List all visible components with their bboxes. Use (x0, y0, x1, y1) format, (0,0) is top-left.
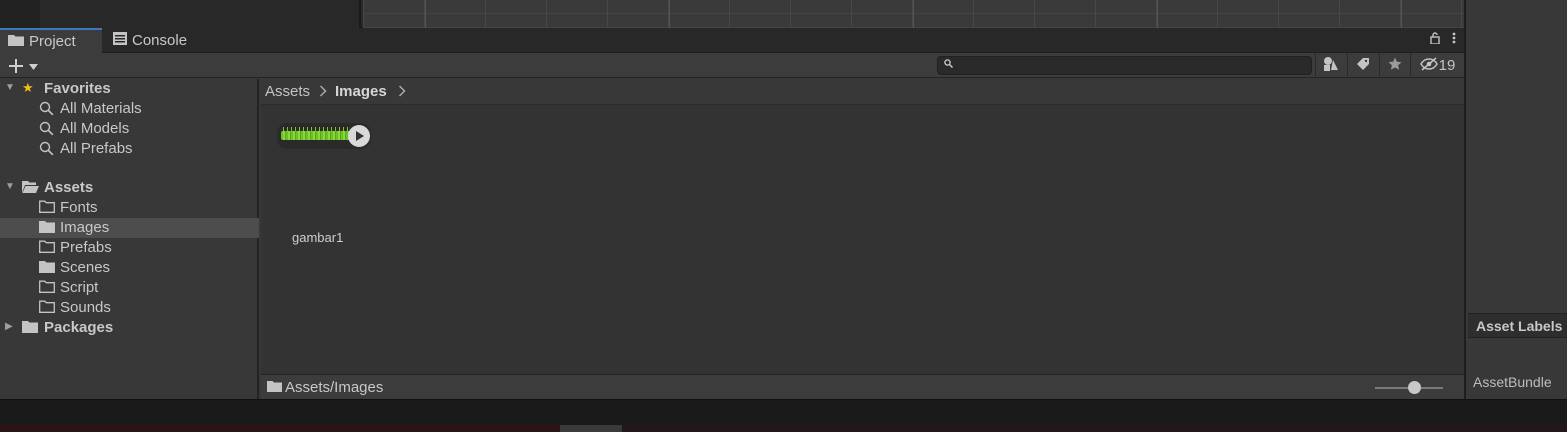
tab-project-label: Project (29, 33, 76, 50)
grass-image (281, 131, 353, 140)
play-icon[interactable] (348, 125, 370, 147)
folder-icon (39, 220, 55, 236)
search-input[interactable] (956, 58, 1306, 73)
breadcrumb-assets[interactable]: Assets (265, 83, 310, 100)
search-icon (944, 59, 953, 71)
expand-right-icon[interactable]: ▶ (5, 321, 13, 332)
grid-line (1401, 0, 1402, 28)
hidden-packages-toggle[interactable]: 19 (1410, 53, 1464, 78)
asset-bundle-label: AssetBundle (1473, 374, 1552, 390)
tree-item-all-models[interactable]: All Models (0, 119, 259, 139)
expand-down-icon[interactable]: ▼ (5, 82, 15, 93)
tree-item-scenes[interactable]: Scenes (0, 258, 259, 278)
tree-label: Sounds (60, 299, 111, 316)
search-icon (39, 121, 54, 139)
tab-tools (1430, 32, 1456, 47)
tag-icon (1356, 57, 1370, 74)
tree-item-favorites[interactable]: ▼ ★ Favorites (0, 79, 259, 99)
search-icon (39, 141, 54, 159)
hierarchy-panel-edge (40, 0, 361, 28)
taskbar-item[interactable] (560, 425, 622, 432)
lock-icon[interactable] (1430, 32, 1440, 47)
favorites-filter-button[interactable] (1379, 53, 1409, 78)
grid-line (1157, 0, 1158, 28)
tree-label: Fonts (60, 199, 98, 216)
create-button[interactable] (6, 55, 40, 76)
asset-browser: Assets Images gambar1 (261, 79, 1464, 374)
tree-label: Script (60, 279, 99, 296)
project-toolbar: 19 (0, 53, 1464, 78)
hidden-count: 19 (1438, 57, 1456, 74)
tree-label: All Materials (60, 100, 142, 117)
tree-label: Packages (44, 319, 114, 336)
folder-icon (22, 320, 38, 336)
search-icon (39, 101, 54, 119)
tree-label: All Prefabs (60, 140, 133, 157)
status-bar: Assets/Images (261, 374, 1464, 399)
folder-icon (39, 260, 55, 276)
empty-folder-icon (39, 200, 55, 216)
asset-labels-title: Asset Labels (1476, 318, 1563, 334)
grid-line (669, 0, 670, 28)
folder-icon (267, 380, 282, 395)
tree-item-script[interactable]: Script (0, 278, 259, 298)
asset-labels-header[interactable]: Asset Labels (1468, 313, 1567, 338)
tree-label: Favorites (44, 80, 111, 97)
eye-slash-icon (1419, 56, 1438, 75)
tree-label: Scenes (60, 259, 111, 276)
project-window: Project Console 19 ▼ ★ Favorites All Mat… (0, 28, 1464, 399)
empty-folder-icon (39, 280, 55, 296)
open-folder-icon (22, 180, 39, 197)
scene-view-strip (0, 0, 1464, 28)
taskbar-strip (0, 424, 560, 432)
grid-line (425, 0, 426, 28)
star-icon: ★ (22, 80, 34, 95)
expand-down-icon[interactable]: ▼ (5, 181, 15, 192)
asset-name[interactable]: gambar1 (292, 230, 343, 245)
tree-item-sounds[interactable]: Sounds (0, 298, 259, 318)
tree-item-all-materials[interactable]: All Materials (0, 99, 259, 119)
folder-tree: ▼ ★ Favorites All Materials All Models A… (0, 79, 259, 399)
zoom-slider-handle[interactable] (1408, 381, 1421, 394)
empty-folder-icon (39, 300, 55, 316)
tree-item-all-prefabs[interactable]: All Prefabs (0, 139, 259, 159)
tree-item-packages[interactable]: ▶ Packages (0, 318, 259, 338)
console-icon (113, 32, 127, 49)
scene-toolbar-edge (0, 0, 40, 28)
tree-item-fonts[interactable]: Fonts (0, 198, 259, 218)
breadcrumb-images[interactable]: Images (335, 83, 387, 100)
chevron-right-icon[interactable] (319, 82, 327, 100)
bottom-bar (0, 399, 1567, 432)
search-by-label-button[interactable] (1347, 53, 1377, 78)
tab-console[interactable]: Console (105, 28, 205, 53)
star-icon (1388, 57, 1402, 74)
grid-line (913, 0, 914, 28)
tree-label: Assets (44, 179, 94, 196)
tab-project[interactable]: Project (0, 28, 102, 53)
search-field[interactable] (937, 56, 1312, 75)
taskbar-strip (622, 424, 1567, 432)
tree-label: Prefabs (60, 239, 112, 256)
search-by-type-button[interactable] (1315, 53, 1345, 78)
scene-grid[interactable] (363, 0, 1464, 28)
empty-folder-icon (39, 240, 55, 256)
tree-label: Images (60, 219, 110, 236)
selected-path: Assets/Images (285, 379, 384, 396)
more-options-icon[interactable] (1452, 32, 1456, 47)
tree-label: All Models (60, 120, 130, 137)
chevron-right-icon[interactable] (398, 82, 406, 100)
breadcrumb: Assets Images (261, 79, 1464, 105)
shapes-icon (1323, 56, 1339, 75)
tree-item-images[interactable]: Images (0, 218, 259, 238)
tree-item-prefabs[interactable]: Prefabs (0, 238, 259, 258)
folder-icon (8, 33, 24, 50)
tree-item-assets[interactable]: ▼ Assets (0, 178, 259, 198)
tab-console-label: Console (132, 32, 188, 49)
inspector-panel: Asset Labels AssetBundle (1464, 0, 1567, 399)
tab-bar: Project Console (0, 28, 1464, 53)
